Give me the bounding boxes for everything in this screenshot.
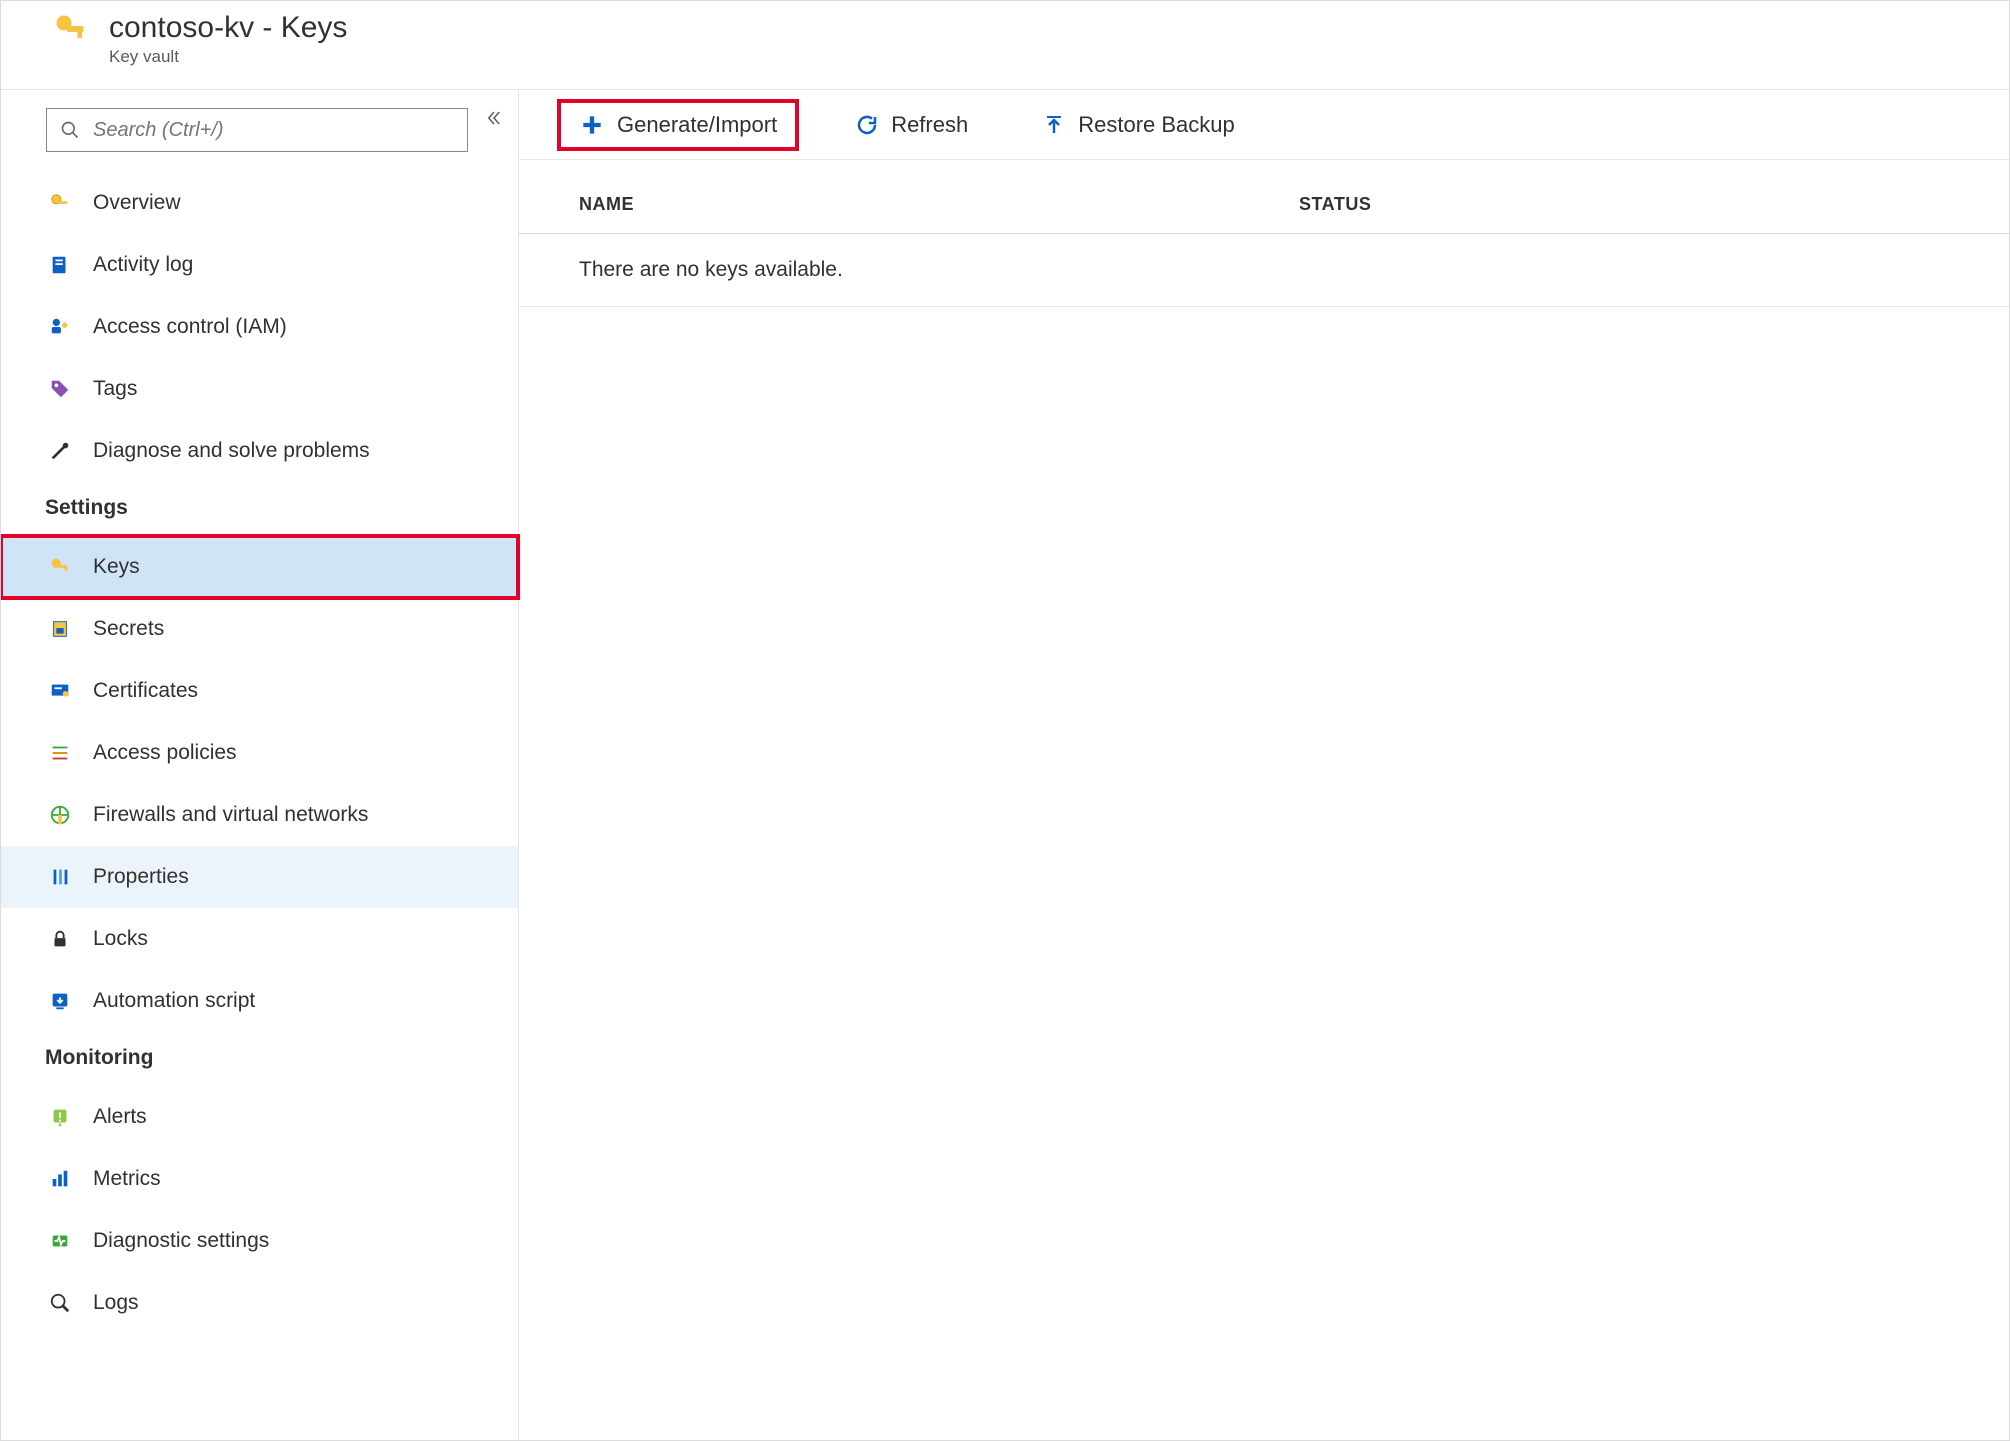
iam-icon <box>45 316 75 338</box>
sidebar-item-label: Locks <box>93 927 148 951</box>
sidebar: Overview Activity log Access control (IA… <box>1 90 519 1440</box>
sidebar-item-label: Automation script <box>93 989 255 1013</box>
sidebar-item-access-policies[interactable]: Access policies <box>1 722 518 784</box>
sidebar-item-certificates[interactable]: Certificates <box>1 660 518 722</box>
cert-icon <box>45 680 75 702</box>
toolbar-button-label: Restore Backup <box>1078 112 1235 138</box>
sidebar-item-logs[interactable]: Logs <box>1 1272 518 1334</box>
policies-icon <box>45 742 75 764</box>
page-title: contoso-kv - Keys <box>109 11 347 45</box>
nav-group-monitoring: Alerts Metrics Diagnostic settings <box>1 1080 518 1334</box>
key-icon <box>45 556 75 578</box>
toolbar-button-label: Generate/Import <box>617 112 777 138</box>
diag-icon <box>45 1230 75 1252</box>
tag-icon <box>45 378 75 400</box>
wrench-icon <box>45 440 75 462</box>
logs-icon <box>45 1292 75 1314</box>
search-icon <box>60 120 80 140</box>
sidebar-item-metrics[interactable]: Metrics <box>1 1148 518 1210</box>
column-header-status[interactable]: STATUS <box>1299 194 1969 215</box>
command-bar: Generate/Import Refresh Restore Backup <box>519 90 2009 160</box>
sidebar-item-label: Firewalls and virtual networks <box>93 803 368 827</box>
sidebar-item-secrets[interactable]: Secrets <box>1 598 518 660</box>
sidebar-item-tags[interactable]: Tags <box>1 358 518 420</box>
sidebar-item-label: Keys <box>93 555 140 579</box>
sidebar-search-input[interactable] <box>46 108 468 152</box>
sidebar-item-properties[interactable]: Properties <box>1 846 518 908</box>
sidebar-item-label: Access control (IAM) <box>93 315 287 339</box>
column-header-name[interactable]: NAME <box>579 194 1299 215</box>
sidebar-item-automation-script[interactable]: Automation script <box>1 970 518 1032</box>
table-empty-message: There are no keys available. <box>519 234 2009 307</box>
key-vault-icon <box>46 11 94 47</box>
key-icon <box>45 192 75 214</box>
log-icon <box>45 254 75 276</box>
sidebar-item-label: Certificates <box>93 679 198 703</box>
metrics-icon <box>45 1168 75 1190</box>
sidebar-item-access-control[interactable]: Access control (IAM) <box>1 296 518 358</box>
sidebar-item-label: Diagnostic settings <box>93 1229 269 1253</box>
lock-icon <box>45 928 75 950</box>
sidebar-item-overview[interactable]: Overview <box>1 172 518 234</box>
automation-icon <box>45 990 75 1012</box>
nav-group-settings: Keys Secrets Certificates <box>1 530 518 1032</box>
main-content: Generate/Import Refresh Restore Backup N… <box>519 90 2009 1440</box>
collapse-sidebar-button[interactable] <box>482 106 506 130</box>
sidebar-item-label: Access policies <box>93 741 237 765</box>
sidebar-item-label: Diagnose and solve problems <box>93 439 370 463</box>
sidebar-item-diagnostic-settings[interactable]: Diagnostic settings <box>1 1210 518 1272</box>
sidebar-item-label: Tags <box>93 377 137 401</box>
sidebar-item-diagnose[interactable]: Diagnose and solve problems <box>1 420 518 482</box>
sidebar-item-label: Properties <box>93 865 189 889</box>
nav-group-general: Overview Activity log Access control (IA… <box>1 166 518 482</box>
refresh-button[interactable]: Refresh <box>837 99 986 151</box>
sidebar-item-firewalls[interactable]: Firewalls and virtual networks <box>1 784 518 846</box>
sidebar-item-label: Alerts <box>93 1105 147 1129</box>
generate-import-button[interactable]: Generate/Import <box>557 99 799 151</box>
sidebar-item-label: Overview <box>93 191 181 215</box>
page-header: contoso-kv - Keys Key vault <box>1 1 2009 90</box>
toolbar-button-label: Refresh <box>891 112 968 138</box>
sidebar-item-label: Activity log <box>93 253 193 277</box>
sidebar-item-alerts[interactable]: Alerts <box>1 1086 518 1148</box>
refresh-icon <box>855 113 879 137</box>
sidebar-item-keys[interactable]: Keys <box>1 536 518 598</box>
alert-icon <box>45 1106 75 1128</box>
secret-icon <box>45 618 75 640</box>
restore-icon <box>1042 113 1066 137</box>
nav-heading-monitoring: Monitoring <box>1 1032 518 1080</box>
sidebar-item-locks[interactable]: Locks <box>1 908 518 970</box>
chevron-double-left-icon <box>485 109 503 127</box>
nav-heading-settings: Settings <box>1 482 518 530</box>
sidebar-item-label: Logs <box>93 1291 139 1315</box>
plus-icon <box>579 112 605 138</box>
restore-backup-button[interactable]: Restore Backup <box>1024 99 1253 151</box>
sidebar-item-label: Secrets <box>93 617 164 641</box>
properties-icon <box>45 866 75 888</box>
page-subtitle: Key vault <box>109 47 347 67</box>
sidebar-item-activity-log[interactable]: Activity log <box>1 234 518 296</box>
table-header: NAME STATUS <box>519 160 2009 234</box>
app-root: contoso-kv - Keys Key vault <box>0 0 2010 1441</box>
sidebar-item-label: Metrics <box>93 1167 161 1191</box>
firewall-icon <box>45 804 75 826</box>
